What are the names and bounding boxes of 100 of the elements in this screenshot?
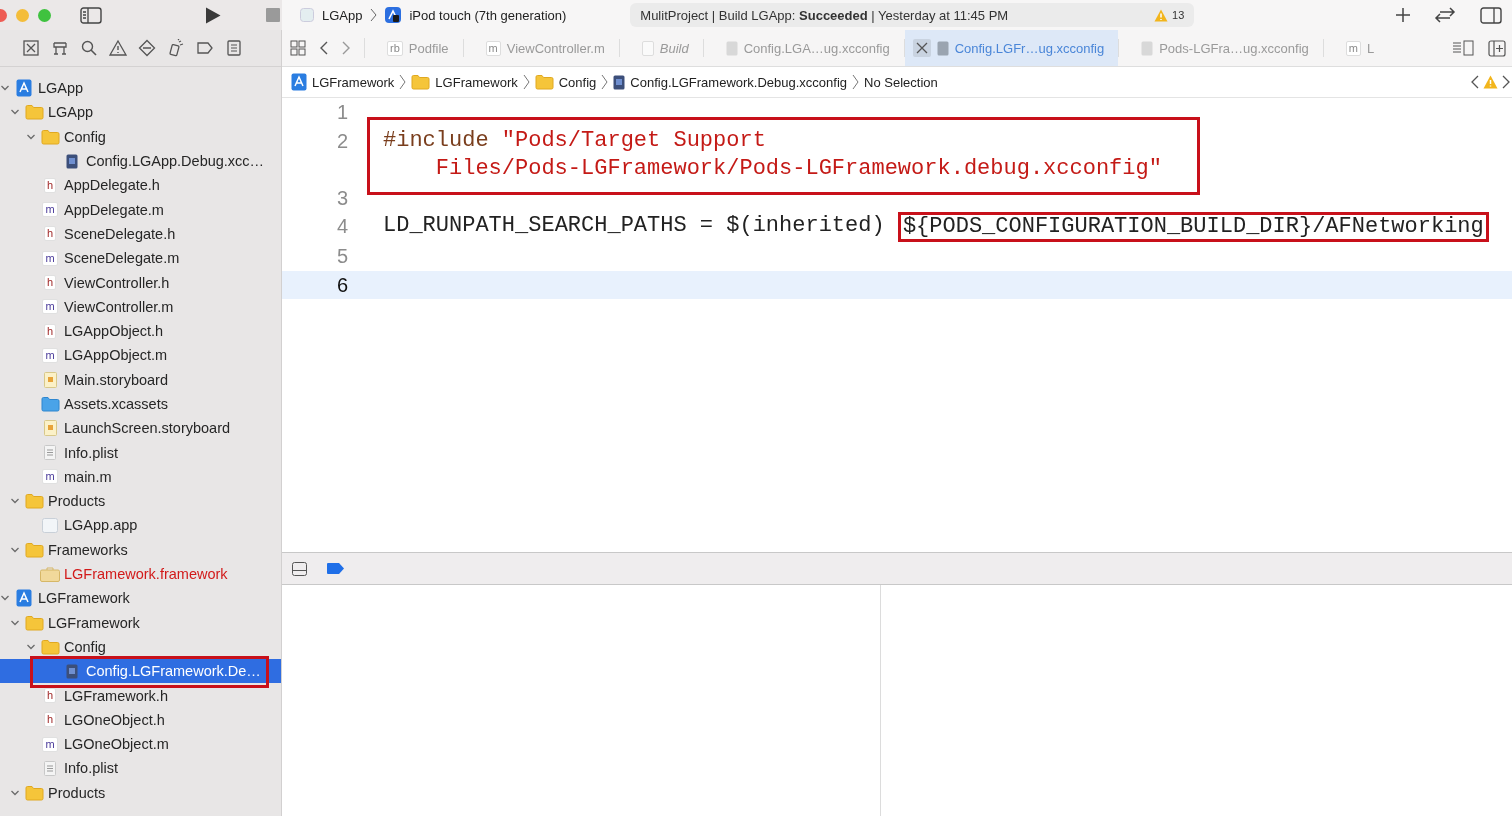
file-tree-item[interactable]: m SceneDelegate.m [0, 246, 281, 271]
line-number: 4 [335, 214, 348, 239]
file-type-icon: h [43, 275, 57, 290]
plus-icon[interactable] [1396, 8, 1410, 22]
editor-tab[interactable]: rb Podfile [365, 30, 463, 66]
folder-icon [24, 784, 44, 801]
file-tree-item[interactable]: Config [0, 634, 281, 660]
device-selector[interactable]: iPod touch (7th generation) [409, 7, 567, 23]
file-tree-item[interactable]: LGApp [0, 100, 281, 125]
breakpoint-icon[interactable] [327, 563, 344, 574]
search-icon[interactable] [80, 39, 98, 57]
back-icon[interactable] [1471, 75, 1479, 89]
file-tree-item[interactable]: Main.storyboard [0, 367, 281, 392]
highlighted-code: ${PODS_CONFIGURATION_BUILD_DIR}/AFNetworking [897, 212, 1489, 242]
warning-count[interactable]: 13 [1172, 9, 1185, 21]
file-tree-item[interactable]: Assets.xcassets [0, 391, 281, 417]
file-tree-item[interactable]: h LGAppObject.h [0, 318, 281, 344]
file-tree-item[interactable]: h ViewController.h [0, 270, 281, 295]
warning-icon[interactable] [109, 39, 127, 57]
document-icon [641, 40, 654, 56]
close-icon[interactable] [912, 39, 931, 57]
project-icon [291, 73, 307, 91]
folder-icon [40, 128, 60, 145]
document-icon [66, 153, 78, 169]
project-icon [16, 79, 32, 98]
document-icon [1141, 40, 1154, 56]
folder-icon [40, 396, 60, 412]
folder-icon [40, 638, 60, 655]
file-tree-item[interactable]: Products [0, 780, 281, 805]
panel-toggle-icon[interactable] [292, 561, 307, 576]
file-type-icon: h [43, 177, 57, 193]
folder-icon [24, 614, 44, 631]
folder-icon [24, 541, 44, 558]
storyboard-icon [43, 420, 57, 437]
file-type-icon: m [42, 469, 58, 485]
file-tree-item[interactable]: h AppDelegate.h [0, 173, 281, 198]
code-line: LD_RUNPATH_SEARCH_PATHS = $(inherited) [383, 212, 885, 240]
briefcase-icon [40, 566, 60, 582]
file-tree-item[interactable]: Products [0, 489, 281, 514]
file-tree-item[interactable]: LGApp [0, 76, 281, 101]
file-tree-item[interactable]: Config.LGApp.Debug.xcc… [0, 148, 281, 174]
tag-icon[interactable] [196, 39, 214, 57]
file-tree-item[interactable]: h LGFramework.h [0, 683, 281, 708]
app-icon [42, 518, 58, 533]
folder-icon [24, 493, 44, 510]
line-number: 1 [335, 100, 348, 125]
spray-icon[interactable] [167, 39, 185, 57]
file-tree-item[interactable]: Info.plist [0, 756, 281, 781]
breadcrumb-item[interactable]: LGFramework [435, 74, 518, 90]
add-editor-icon[interactable] [1488, 39, 1506, 57]
forward-icon[interactable] [1502, 75, 1510, 89]
breadcrumb-item[interactable]: Config.LGFramework.Debug.xcconfig [630, 74, 848, 90]
editor-tab[interactable]: m L [1323, 30, 1389, 66]
chevron-icon [601, 74, 609, 90]
document-icon [936, 40, 949, 56]
file-tree-item[interactable]: m main.m [0, 464, 281, 490]
file-tree-item[interactable]: m LGOneObject.m [0, 732, 281, 757]
back-icon[interactable] [320, 41, 328, 55]
swap-arrows-icon[interactable] [1434, 7, 1456, 23]
breadcrumb-item[interactable]: LGFramework [312, 74, 395, 90]
breadcrumb-item[interactable]: Config [558, 74, 597, 90]
line-number: 5 [335, 244, 348, 269]
chevron-icon [522, 74, 530, 90]
document-icon [44, 445, 56, 461]
file-tree-item[interactable]: Frameworks [0, 537, 281, 562]
file-type-icon: m [1345, 40, 1361, 56]
sidebar-toggle-icon[interactable] [80, 6, 102, 24]
file-tree-item[interactable]: Config [0, 124, 281, 149]
file-tree-item[interactable]: LGFramework.framework [0, 561, 281, 587]
file-tree-item[interactable]: LGFramework [0, 610, 281, 635]
diamond-icon[interactable] [138, 39, 156, 57]
list-icon[interactable] [225, 39, 243, 57]
editor-tab[interactable]: m ViewController.m [463, 30, 619, 66]
app-icon [300, 8, 314, 22]
file-type-icon: m [42, 299, 58, 315]
file-tree-item[interactable]: h LGOneObject.h [0, 707, 281, 732]
chevron-icon [370, 8, 378, 22]
file-tree-item[interactable]: m ViewController.m [0, 294, 281, 319]
file-tree-item[interactable]: LaunchScreen.storyboard [0, 416, 281, 441]
lines-panel-icon[interactable] [1452, 40, 1474, 56]
source-control-icon[interactable] [22, 39, 40, 57]
scheme-selector[interactable]: LGApp [322, 7, 363, 23]
grid-icon[interactable] [290, 40, 306, 56]
inspector-toggle-icon[interactable] [1480, 6, 1502, 24]
play-icon[interactable] [205, 6, 221, 24]
file-tree-item[interactable]: LGApp.app [0, 513, 281, 538]
file-tree-item[interactable]: Info.plist [0, 440, 281, 465]
breadcrumb-item[interactable]: No Selection [864, 74, 938, 90]
file-type-icon: m [42, 736, 58, 752]
file-tree-item[interactable]: m AppDelegate.m [0, 197, 281, 222]
document-icon [66, 663, 78, 679]
chevron-icon [852, 74, 860, 90]
document-icon [44, 760, 56, 776]
line-number: 6 [335, 272, 348, 298]
file-tree-item[interactable]: h SceneDelegate.h [0, 221, 281, 247]
file-tree-item[interactable]: LGFramework [0, 586, 281, 611]
hierarchy-icon[interactable] [51, 39, 69, 57]
file-tree-item[interactable]: m LGAppObject.m [0, 343, 281, 368]
file-type-icon: m [42, 250, 58, 266]
storyboard-icon [43, 371, 57, 388]
